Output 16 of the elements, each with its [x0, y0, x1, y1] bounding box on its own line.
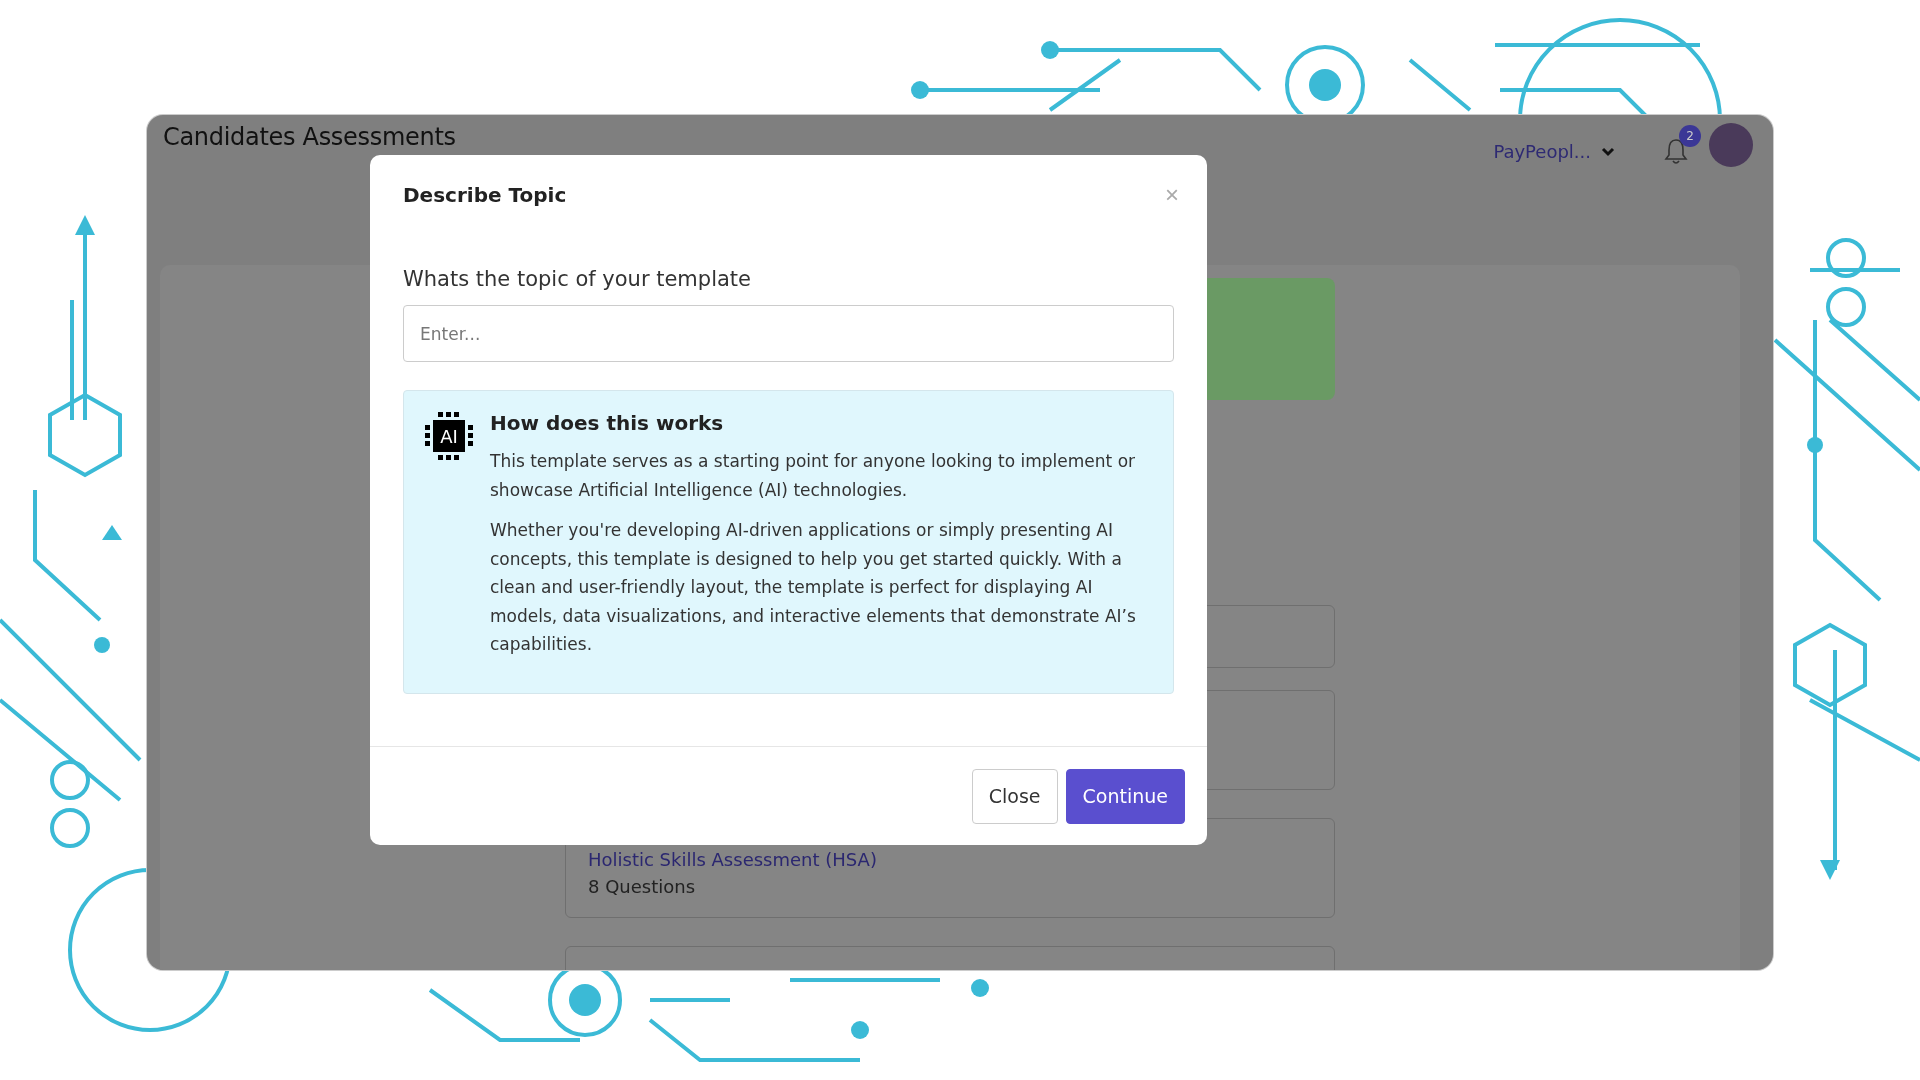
page-title: Candidates Assessments [163, 123, 457, 151]
close-button[interactable]: Close [971, 768, 1058, 824]
dialog-title: Describe Topic [403, 183, 567, 207]
field-label: Whats the topic of your template [403, 267, 752, 291]
bell-icon[interactable] [1663, 137, 1689, 165]
topic-input-field[interactable]: Enter... [403, 305, 1174, 362]
company-dropdown[interactable]: PayPeopl... [1493, 141, 1615, 162]
info-paragraph: This template serves as a starting point for anyone looking to implement or showcase Artificial Intelligence (AI) technologies. [490, 450, 1137, 502]
question-count: 8 Questions [588, 876, 697, 897]
info-paragraph: Whether you're developing AI-driven applications or simply presenting AI concepts, this template is designed to help you get started quickly. With a clean and user-friendly layout, the template is perfect for displaying AI models, data visualizations, and interactive elements that demonstrate AI’s capabilities. [490, 519, 1137, 656]
continue-button[interactable]: Continue [1065, 768, 1185, 824]
chevron-down-icon [1601, 146, 1615, 157]
avatar[interactable] [1709, 123, 1753, 167]
assessment-title: Holistic Skills Assessment (HSA) [588, 849, 878, 870]
info-title: How does this works [490, 411, 725, 435]
notification-badge: 2 [1679, 125, 1701, 147]
